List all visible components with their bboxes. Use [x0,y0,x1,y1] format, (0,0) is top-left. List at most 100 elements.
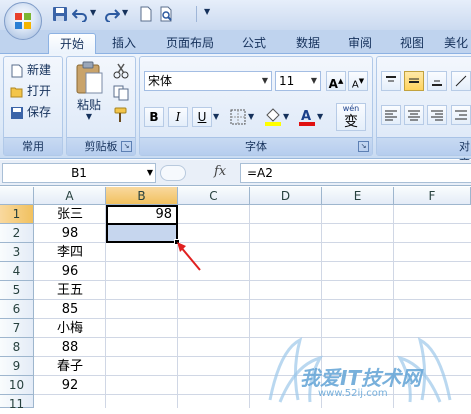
tab-review[interactable]: 审阅 [338,33,382,54]
paste-dropdown-icon[interactable]: ▼ [71,112,107,122]
row-header-6[interactable]: 6 [0,300,34,319]
format-painter-icon[interactable] [113,107,129,123]
open-button[interactable]: 打开 [10,82,51,100]
font-launcher-icon[interactable]: ↘ [358,141,369,152]
grow-font-button[interactable]: A▲ [326,71,346,91]
customize-quick-access-icon[interactable]: ▼ [204,7,210,16]
undo-dropdown-icon[interactable]: ▼ [90,8,96,17]
cell-a2[interactable]: 98 [34,224,106,243]
row-header-5[interactable]: 5 [0,281,34,300]
shrink-arrow-icon: ▼ [358,77,365,85]
cell-a8[interactable]: 88 [34,338,106,357]
paste-button[interactable]: 粘贴 ▼ [71,61,107,123]
cell-b1-active[interactable]: 98 [106,205,178,225]
column-header-f[interactable]: F [394,187,471,205]
align-center-icon[interactable] [404,105,424,125]
clipboard-launcher-icon[interactable]: ↘ [121,141,132,152]
new-document-icon[interactable] [138,6,154,22]
group-clipboard: 粘贴 ▼ 剪贴板 ↘ [66,56,136,156]
group-clipboard-label: 剪贴板 ↘ [67,137,135,155]
cell-a4[interactable]: 96 [34,262,106,281]
shrink-font-button[interactable]: A▼ [348,71,368,91]
select-all-corner[interactable] [0,187,34,205]
column-header-b[interactable]: B [106,187,178,205]
new-button[interactable]: 新建 [10,61,51,79]
grow-arrow-icon: ▲ [337,77,344,85]
row-header-8[interactable]: 8 [0,338,34,357]
cell-a3[interactable]: 李四 [34,243,106,262]
watermark-url: www.52ij.com [318,388,388,399]
print-preview-icon[interactable] [158,6,174,22]
open-button-label: 打开 [27,84,52,98]
tab-home[interactable]: 开始 [48,33,96,55]
fill-color-icon[interactable] [264,107,282,127]
undo-icon[interactable] [72,6,88,22]
redo-dropdown-icon[interactable]: ▼ [122,8,128,17]
fill-color-dropdown-icon[interactable]: ▼ [283,112,289,121]
font-color-dropdown-icon[interactable]: ▼ [317,112,323,121]
tab-insert[interactable]: 插入 [102,33,146,54]
insert-function-icon[interactable]: fx [214,163,234,183]
row-header-11[interactable]: 11 [0,395,34,411]
tab-beautify[interactable]: 美化 [444,33,471,54]
cell-a6[interactable]: 85 [34,300,106,319]
office-logo-icon [15,13,31,29]
office-button[interactable] [4,2,42,40]
font-color-icon[interactable]: A [298,107,316,127]
bold-button[interactable]: B [144,107,164,127]
cell-a1[interactable]: 张三 [34,205,106,224]
group-clipboard-label-text: 剪贴板 [84,140,118,153]
cell-b2-selected-range[interactable] [106,224,178,243]
redo-icon[interactable] [104,6,120,22]
row-header-10[interactable]: 10 [0,376,34,395]
italic-button[interactable]: I [168,107,188,127]
phonetic-button[interactable]: wén 变 [336,103,366,131]
borders-dropdown-icon[interactable]: ▼ [248,112,254,121]
font-name-combo[interactable]: 宋体 ▼ [144,71,272,91]
column-header-c[interactable]: C [178,187,250,205]
column-header-e[interactable]: E [322,187,394,205]
save-button[interactable]: 保存 [10,103,51,121]
save-quick-icon[interactable] [52,6,68,22]
cell-a10[interactable]: 92 [34,376,106,395]
formula-input[interactable]: =A2 [240,163,471,183]
name-box-dropdown-icon[interactable]: ▼ [144,163,156,183]
cell-a7[interactable]: 小梅 [34,319,106,338]
align-middle-icon[interactable] [404,71,424,91]
svg-text:A: A [301,109,311,124]
align-left-icon[interactable] [381,105,401,125]
row-header-3[interactable]: 3 [0,243,34,262]
font-size-dropdown-icon[interactable]: ▼ [311,72,317,90]
orientation-icon[interactable] [451,71,471,91]
borders-icon[interactable] [230,109,246,125]
column-header-a[interactable]: A [34,187,106,205]
align-right-icon[interactable] [427,105,447,125]
tab-page-layout[interactable]: 页面布局 [154,33,226,54]
cut-icon[interactable] [113,63,129,79]
row-header-1[interactable]: 1 [0,205,34,224]
underline-button[interactable]: U [192,107,212,127]
name-box[interactable]: B1 [2,163,156,183]
font-size-combo[interactable]: 11 ▼ [275,71,321,91]
align-top-icon[interactable] [381,71,401,91]
align-bottom-icon[interactable] [427,71,447,91]
underline-dropdown-icon[interactable]: ▼ [213,112,219,121]
row-header-9[interactable]: 9 [0,357,34,376]
formula-expand-handle[interactable] [160,165,186,181]
row-header-7[interactable]: 7 [0,319,34,338]
indent-icon[interactable] [451,105,471,125]
new-button-label: 新建 [27,63,52,77]
font-name-dropdown-icon[interactable]: ▼ [262,72,268,90]
tab-formulas[interactable]: 公式 [232,33,276,54]
cell-a5[interactable]: 王五 [34,281,106,300]
tab-view[interactable]: 视图 [390,33,434,54]
row-header-4[interactable]: 4 [0,262,34,281]
phonetic-char: 变 [344,114,358,130]
tab-data[interactable]: 数据 [286,33,330,54]
column-header-d[interactable]: D [250,187,322,205]
grow-font-label: A [328,77,338,91]
group-alignment: 对齐 [376,56,471,170]
row-header-2[interactable]: 2 [0,224,34,243]
copy-icon[interactable] [113,85,129,101]
cell-a9[interactable]: 春子 [34,357,106,376]
